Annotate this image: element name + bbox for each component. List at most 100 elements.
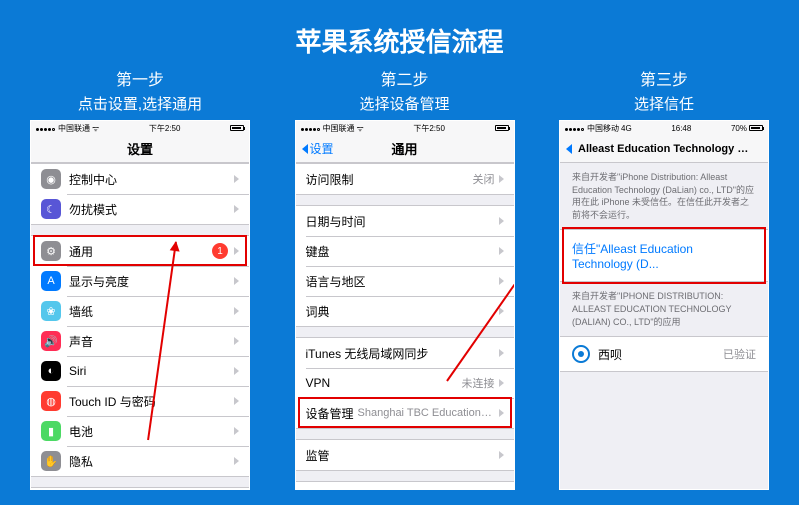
back-label: 设置	[310, 140, 334, 157]
row-itunes-wifi-sync[interactable]: iTunes 无线局域网同步	[296, 338, 514, 368]
row-label: 墙纸	[69, 303, 234, 320]
display-icon: A	[41, 271, 61, 291]
general-group-1: 访问限制 关闭	[296, 163, 514, 195]
row-label: 访问限制	[306, 171, 473, 188]
notification-badge: 1	[212, 243, 228, 259]
row-label: 设备管理	[306, 405, 354, 422]
sound-icon: 🔊	[41, 331, 61, 351]
battery-row-icon: ▮	[41, 421, 61, 441]
row-label: 通用	[69, 243, 212, 260]
step-3-title: 第三步	[640, 69, 688, 93]
status-time: 16:48	[632, 124, 731, 133]
row-label: 电池	[69, 423, 234, 440]
general-group-5: 还原	[296, 481, 514, 490]
step-1-subtitle: 点击设置,选择通用	[78, 93, 202, 114]
back-button[interactable]	[566, 144, 572, 154]
step-1-title: 第一步	[116, 69, 164, 93]
row-label: 还原	[306, 489, 499, 491]
row-restrictions[interactable]: 访问限制 关闭	[296, 164, 514, 194]
row-label: 勿扰模式	[69, 201, 234, 218]
nav-bar: 设置	[31, 135, 249, 163]
siri-icon: ◐	[41, 361, 61, 381]
row-datetime[interactable]: 日期与时间	[296, 206, 514, 236]
row-appstore[interactable]: Ⓐ iTunes Store 与 App Store	[31, 488, 249, 490]
settings-group-1: ◉ 控制中心 ☾ 勿扰模式	[31, 163, 249, 225]
row-sound[interactable]: 🔊 声音	[31, 326, 249, 356]
row-label: Siri	[69, 364, 234, 378]
row-general[interactable]: ⚙ 通用 1	[31, 236, 249, 266]
status-bar: 中国联通 ᯤ 下午2:50	[296, 121, 514, 135]
app-verified-status: 已验证	[723, 346, 756, 362]
step-3-subtitle: 选择信任	[634, 93, 694, 114]
status-time: 下午2:50	[99, 123, 230, 134]
row-supervision[interactable]: 监管	[296, 440, 514, 470]
chevron-right-icon	[499, 175, 504, 183]
chevron-right-icon	[234, 457, 239, 465]
row-reset[interactable]: 还原	[296, 482, 514, 490]
row-label: 显示与亮度	[69, 273, 234, 290]
nav-bar: 设置 通用	[296, 135, 514, 163]
battery-pct: 70%	[731, 124, 747, 133]
chevron-right-icon	[234, 277, 239, 285]
settings-group-2: ⚙ 通用 1 A 显示与亮度 ❀ 墙纸 🔊 声音	[31, 235, 249, 477]
step-2-title: 第二步	[380, 69, 428, 93]
carrier-label: 中国联通	[58, 123, 90, 134]
chevron-right-icon	[234, 337, 239, 345]
signal-dots-icon	[565, 124, 585, 133]
chevron-right-icon	[499, 247, 504, 255]
chevron-right-icon	[499, 349, 504, 357]
battery-icon	[495, 125, 509, 131]
app-name: 西呗	[598, 346, 723, 363]
row-wallpaper[interactable]: ❀ 墙纸	[31, 296, 249, 326]
trust-developer-button[interactable]: 信任"Alleast Education Technology (D...	[560, 229, 768, 282]
row-label: 监管	[306, 447, 499, 464]
row-device-management[interactable]: 设备管理 Shanghai TBC Education Dev...	[296, 398, 514, 428]
fingerprint-icon: ◍	[41, 391, 61, 411]
status-bar: 中国联通 ᯤ 下午2:50	[31, 121, 249, 135]
general-group-3: iTunes 无线局域网同步 VPN 未连接 设备管理 Shanghai TBC…	[296, 337, 514, 429]
row-keyboard[interactable]: 键盘	[296, 236, 514, 266]
general-group-4: 监管	[296, 439, 514, 471]
row-value: Shanghai TBC Education Dev...	[358, 407, 495, 419]
wifi-icon: ᯤ	[357, 123, 364, 134]
wifi-icon: ᯤ	[92, 123, 99, 134]
developer-apps-description: 来自开发者"IPHONE DISTRIBUTION: ALLEAST EDUCA…	[560, 282, 768, 336]
row-label: VPN	[306, 376, 462, 390]
page-title: 苹果系统授信流程	[0, 0, 799, 59]
chevron-right-icon	[499, 451, 504, 459]
privacy-icon: ✋	[41, 451, 61, 471]
row-dnd[interactable]: ☾ 勿扰模式	[31, 194, 249, 224]
row-privacy[interactable]: ✋ 隐私	[31, 446, 249, 476]
nav-title: 通用	[391, 139, 417, 158]
chevron-right-icon	[499, 409, 504, 417]
row-label: 日期与时间	[306, 213, 499, 230]
step-1: 第一步 点击设置,选择通用 中国联通 ᯤ 下午2:50 设置 ◉ 控制中心	[30, 69, 250, 490]
app-row[interactable]: 西呗 已验证	[560, 336, 768, 372]
status-bar: 中国移动 4G 16:48 70%	[560, 121, 768, 135]
battery-icon	[749, 125, 763, 131]
row-dictionary[interactable]: 词典	[296, 296, 514, 326]
nav-title: 设置	[127, 139, 153, 158]
row-language[interactable]: 语言与地区	[296, 266, 514, 296]
status-time: 下午2:50	[364, 123, 495, 134]
row-battery[interactable]: ▮ 电池	[31, 416, 249, 446]
row-vpn[interactable]: VPN 未连接	[296, 368, 514, 398]
phone-3-screenshot: 中国移动 4G 16:48 70% Alleast Education Tech…	[559, 120, 769, 490]
nav-title: Alleast Education Technology (DaLia...	[560, 143, 768, 155]
network-label: 4G	[621, 124, 632, 133]
row-control-center[interactable]: ◉ 控制中心	[31, 164, 249, 194]
chevron-left-icon	[302, 144, 308, 154]
chevron-left-icon	[566, 144, 572, 154]
chevron-right-icon	[234, 397, 239, 405]
signal-dots-icon	[301, 124, 321, 133]
row-label: 词典	[306, 303, 499, 320]
chevron-right-icon	[234, 427, 239, 435]
row-label: 隐私	[69, 453, 234, 470]
chevron-right-icon	[499, 217, 504, 225]
back-button[interactable]: 设置	[302, 140, 334, 157]
row-touchid[interactable]: ◍ Touch ID 与密码	[31, 386, 249, 416]
carrier-label: 中国移动	[587, 123, 619, 134]
row-display[interactable]: A 显示与亮度	[31, 266, 249, 296]
row-siri[interactable]: ◐ Siri	[31, 356, 249, 386]
row-label: 声音	[69, 333, 234, 350]
